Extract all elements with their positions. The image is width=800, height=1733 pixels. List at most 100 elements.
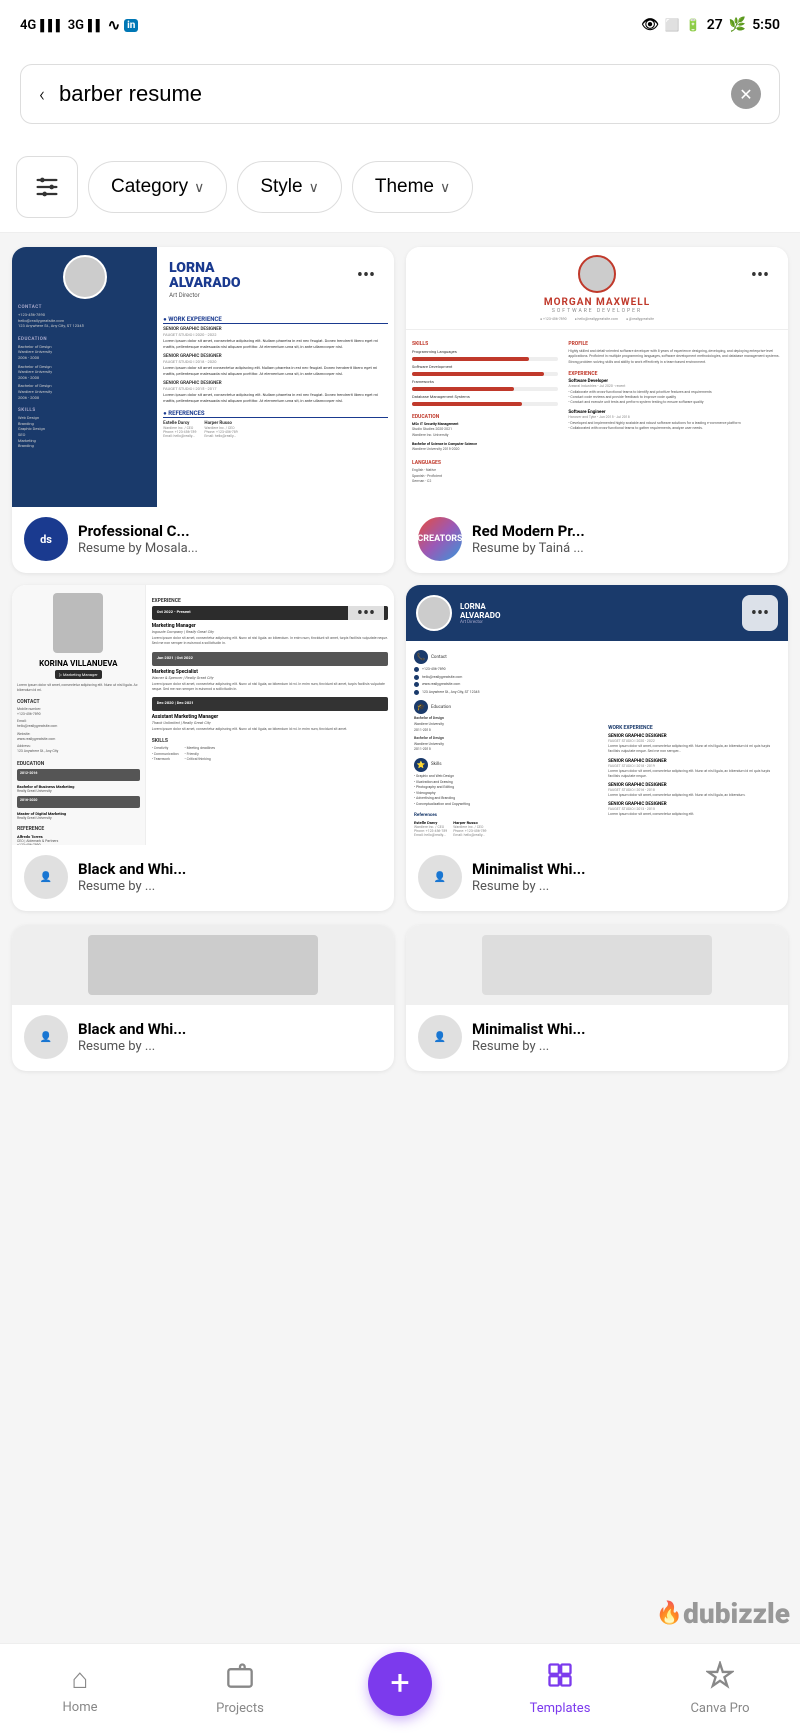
more-dots-icon-2: ••• (751, 265, 769, 286)
card-2-title: Red Modern Pr... (472, 522, 776, 540)
search-bar[interactable]: ‹ ✕ (20, 64, 780, 124)
templates-icon (546, 1661, 574, 1696)
spacer (0, 1085, 800, 1185)
card-3[interactable]: KORINA VILLANUEVA ▷ Marketing Manager Lo… (12, 585, 394, 911)
nav-add[interactable]: + (320, 1652, 480, 1726)
back-button[interactable]: ‹ (39, 82, 45, 106)
card-3-title: Black and Whi... (78, 860, 382, 878)
category-filter[interactable]: Category ∨ (88, 161, 227, 213)
nav-templates-label: Templates (530, 1701, 591, 1716)
card-2-more-btn[interactable]: ••• (742, 257, 778, 293)
theme-label: Theme (375, 176, 434, 198)
more-dots-icon-4: ••• (751, 603, 769, 624)
card-1-title: Professional C... (78, 522, 382, 540)
more-dots-icon: ••• (357, 265, 375, 286)
battery-level: 🔋 (686, 18, 701, 32)
filter-row: Category ∨ Style ∨ Theme ∨ (0, 142, 800, 233)
canva-pro-icon (706, 1661, 734, 1696)
style-chevron: ∨ (309, 179, 319, 196)
card-5-info: 👤 Black and Whi... Resume by ... (12, 1005, 394, 1071)
card-3-more-btn[interactable]: ••• (348, 595, 384, 631)
status-left: 4G ▌▌▌ 3G ▌▌ ∿ in (20, 16, 138, 34)
more-dots-icon-3: ••• (357, 603, 375, 624)
network-4g: 4G (20, 18, 36, 33)
watermark-text: dubizzle (683, 1597, 790, 1630)
card-4-title: Minimalist Whi... (472, 860, 776, 878)
status-right: 👁 ⬜ 🔋 27 🌿 5:50 (641, 17, 780, 33)
status-bar: 4G ▌▌▌ 3G ▌▌ ∿ in 👁 ⬜ 🔋 27 🌿 5:50 (0, 0, 800, 50)
card-4-info: 👤 Minimalist Whi... Resume by ... (406, 845, 788, 911)
card-4-avatar: 👤 (418, 855, 462, 899)
card-1-text: Professional C... Resume by Mosala... (78, 522, 382, 556)
card-1-avatar: ds (24, 517, 68, 561)
sd-icon: ⬜ (665, 18, 680, 32)
theme-filter[interactable]: Theme ∨ (352, 161, 473, 213)
wifi-icon: ∿ (108, 16, 121, 34)
nav-projects-label: Projects (216, 1701, 264, 1716)
card-2[interactable]: MORGAN MAXWELL SOFTWARE DEVELOPER ● +123… (406, 247, 788, 573)
network-3g: 3G (68, 18, 84, 33)
card-2-info: CREATORS Red Modern Pr... Resume by Tain… (406, 507, 788, 573)
bottom-nav: ⌂ Home Projects + Templates (0, 1643, 800, 1733)
card-4-image: LORNAALVARADO Art Director 📞 Contact +12… (406, 585, 788, 845)
category-label: Category (111, 176, 188, 198)
partial-row: 👤 Black and Whi... Resume by ... 👤 Minim… (0, 925, 800, 1085)
style-filter[interactable]: Style ∨ (237, 161, 342, 213)
style-label: Style (260, 176, 302, 198)
card-1-info: ds Professional C... Resume by Mosala... (12, 507, 394, 573)
card-6-subtitle: Resume by ... (472, 1039, 776, 1054)
nav-canva-pro-label: Canva Pro (690, 1701, 749, 1716)
nav-projects[interactable]: Projects (160, 1661, 320, 1716)
leaf-icon: 🌿 (729, 17, 746, 33)
time-display: 5:50 (752, 17, 780, 33)
network-signal2: ▌▌ (88, 19, 104, 32)
card-2-subtitle: Resume by Tainá ... (472, 541, 776, 556)
card-5-subtitle: Resume by ... (78, 1039, 382, 1054)
filter-icon-button[interactable] (16, 156, 78, 218)
theme-chevron: ∨ (440, 179, 450, 196)
network-signal: ▌▌▌ (40, 19, 63, 32)
card-5-partial[interactable]: 👤 Black and Whi... Resume by ... (12, 925, 394, 1071)
nav-home-label: Home (63, 1700, 98, 1715)
card-1-image: CONTACT +123-456-7890 hello@reallygreats… (12, 247, 394, 507)
card-3-info: 👤 Black and Whi... Resume by ... (12, 845, 394, 911)
card-3-image: KORINA VILLANUEVA ▷ Marketing Manager Lo… (12, 585, 394, 845)
card-4[interactable]: LORNAALVARADO Art Director 📞 Contact +12… (406, 585, 788, 911)
watermark: 🔥 dubizzle (500, 1583, 800, 1643)
eye-icon: 👁 (641, 17, 659, 33)
card-4-more-btn[interactable]: ••• (742, 595, 778, 631)
card-6-partial[interactable]: 👤 Minimalist Whi... Resume by ... (406, 925, 788, 1071)
home-icon: ⌂ (72, 1662, 89, 1695)
results-grid: CONTACT +123-456-7890 hello@reallygreats… (0, 233, 800, 925)
card-3-text: Black and Whi... Resume by ... (78, 860, 382, 894)
clear-button[interactable]: ✕ (731, 79, 761, 109)
add-button[interactable]: + (368, 1652, 432, 1716)
search-container: ‹ ✕ (0, 50, 800, 142)
card-1-more-btn[interactable]: ••• (348, 257, 384, 293)
card-6-text: Minimalist Whi... Resume by ... (472, 1020, 776, 1054)
card-3-avatar: 👤 (24, 855, 68, 899)
nav-templates[interactable]: Templates (480, 1661, 640, 1716)
add-icon: + (390, 1666, 409, 1700)
nav-home[interactable]: ⌂ Home (0, 1662, 160, 1715)
card-6-title: Minimalist Whi... (472, 1020, 776, 1038)
card-1[interactable]: CONTACT +123-456-7890 hello@reallygreats… (12, 247, 394, 573)
linkedin-icon: in (124, 19, 138, 32)
card-3-subtitle: Resume by ... (78, 879, 382, 894)
card-2-text: Red Modern Pr... Resume by Tainá ... (472, 522, 776, 556)
card-6-avatar: 👤 (418, 1015, 462, 1059)
card-2-image: MORGAN MAXWELL SOFTWARE DEVELOPER ● +123… (406, 247, 788, 507)
search-input[interactable] (59, 81, 717, 107)
card-4-subtitle: Resume by ... (472, 879, 776, 894)
nav-canva-pro[interactable]: Canva Pro (640, 1661, 800, 1716)
card-5-avatar: 👤 (24, 1015, 68, 1059)
card-5-text: Black and Whi... Resume by ... (78, 1020, 382, 1054)
flame-icon: 🔥 (656, 1601, 683, 1626)
card-2-avatar: CREATORS (418, 517, 462, 561)
projects-icon (226, 1661, 254, 1696)
card-5-title: Black and Whi... (78, 1020, 382, 1038)
battery-percent: 27 (707, 17, 723, 33)
category-chevron: ∨ (194, 179, 204, 196)
filter-sliders-icon (33, 173, 61, 201)
card-4-text: Minimalist Whi... Resume by ... (472, 860, 776, 894)
